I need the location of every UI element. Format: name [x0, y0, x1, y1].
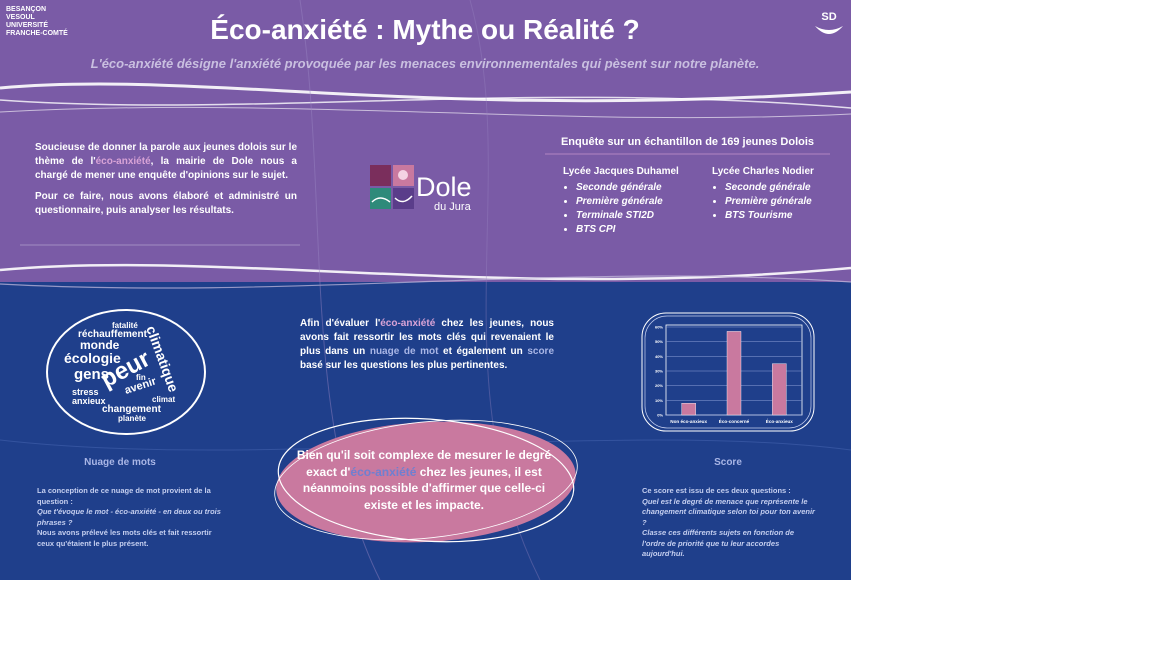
word-climat: climat — [152, 395, 175, 404]
class-item: Seconde générale — [576, 181, 703, 195]
dole-logo-name: Dole — [416, 172, 472, 202]
method-text-part: Afin d'évaluer l' — [300, 318, 381, 329]
chart-x-tick-label: Éco-anxieux — [766, 417, 794, 424]
sd-smile-icon: SD — [815, 11, 843, 34]
method-text: Afin d'évaluer l'éco-anxiété chez les je… — [300, 317, 554, 373]
school-duhamel: Lycée Jacques Duhamel Seconde générale P… — [563, 166, 703, 237]
score-note-intro: Ce score est issu de ces deux questions … — [642, 486, 791, 495]
note-intro: La conception de ce nuage de mot provien… — [37, 486, 211, 506]
survey-title: Enquête sur un échantillon de 169 jeunes… — [560, 136, 815, 148]
word-cloud: fatalité réchauffement monde écologie ge… — [46, 309, 206, 435]
chart-x-tick-label: Non éco-anxieux — [670, 419, 707, 424]
chart-y-tick-label: 40% — [655, 354, 663, 359]
word-anxieux: anxieux — [72, 396, 106, 406]
chart-bar — [726, 331, 742, 416]
wordcloud-note: La conception de ce nuage de mot provien… — [37, 486, 222, 549]
score-caption: Score — [714, 457, 742, 468]
dole-logo-sub: du Jura — [434, 201, 472, 213]
sd-label: SD — [821, 11, 836, 23]
sd-logo: SD — [812, 6, 846, 40]
page-subtitle: L'éco-anxiété désigne l'anxiété provoqué… — [90, 56, 760, 71]
university-line-3: UNIVERSITÉ — [6, 22, 49, 29]
school-name: Lycée Charles Nodier — [712, 166, 814, 177]
class-item: Première générale — [725, 195, 842, 209]
intro-paragraph-2: Pour ce faire, nous avons élaboré et adm… — [35, 191, 297, 216]
class-list: Seconde générale Première générale BTS T… — [712, 181, 842, 223]
score-note: Ce score est issu de ces deux questions … — [642, 486, 817, 560]
wordcloud-caption: Nuage de mots — [84, 457, 156, 468]
school-name: Lycée Jacques Duhamel — [563, 166, 679, 177]
class-item: Seconde générale — [725, 181, 842, 195]
chart-y-tick-label: 20% — [655, 383, 663, 388]
chart-bar — [772, 363, 787, 416]
eco-anxiety-highlight: éco-anxiété — [350, 464, 417, 479]
page-title: Éco-anxiété : Mythe ou Réalité ? — [210, 14, 640, 45]
score-highlight: score — [527, 346, 555, 357]
chart-y-tick-label: 10% — [655, 398, 663, 403]
class-item: Terminale STI2D — [576, 209, 703, 223]
chart-bars — [681, 331, 787, 416]
school-nodier: Lycée Charles Nodier Seconde générale Pr… — [712, 166, 842, 223]
university-line-2: VESOUL — [6, 14, 35, 21]
university-logo: BESANÇON VESOUL UNIVERSITÉ FRANCHE-COMTÉ — [6, 6, 90, 38]
chart-y-tick-label: 50% — [655, 339, 663, 344]
class-list: Seconde générale Première générale Termi… — [563, 181, 703, 237]
score-question-1: Quel est le degré de menace que représen… — [642, 496, 815, 527]
eco-anxiety-highlight: éco-anxiété — [380, 318, 436, 329]
chart-y-tick-label: 0% — [657, 413, 663, 418]
conclusion-text: Bien qu'il soit complexe de mesurer le d… — [292, 447, 556, 513]
eco-anxiety-highlight: éco-anxiété — [95, 156, 151, 167]
score-chart: 0% 10% 20% 30% 40% 50% 60% Non éco-anxieux Éco-c… — [641, 312, 815, 432]
method-text-part: basé sur les questions les plus pertinen… — [300, 360, 508, 371]
method-text-part: et également un — [438, 346, 528, 357]
chart-bar — [681, 403, 696, 416]
wordcloud-highlight: nuage de mot — [369, 346, 439, 357]
class-item: Première générale — [576, 195, 703, 209]
class-item: BTS Tourisme — [725, 209, 842, 223]
intro-paragraph-1: Soucieuse de donner la parole aux jeunes… — [35, 141, 297, 183]
poster: BESANÇON VESOUL UNIVERSITÉ FRANCHE-COMTÉ… — [0, 0, 851, 580]
word-planete: planète — [118, 414, 147, 423]
note-question: Que t'évoque le mot - éco-anxiété - en d… — [37, 507, 221, 527]
class-item: BTS CPI — [576, 223, 703, 237]
chart-x-tick-label: Éco-concerné — [719, 417, 750, 424]
university-line-4: FRANCHE-COMTÉ — [6, 30, 68, 37]
chart-y-tick-label: 60% — [655, 325, 663, 330]
chart-y-tick-label: 30% — [655, 369, 663, 374]
note-end: Nous avons prélevé les mots clés et fait… — [37, 528, 212, 548]
dole-logo: Dole du Jura — [370, 162, 490, 218]
intro-text: Soucieuse de donner la parole aux jeunes… — [35, 141, 297, 225]
score-question-2: Classe ces différents sujets en fonction… — [642, 528, 794, 558]
university-line-1: BESANÇON — [6, 6, 47, 13]
dole-logo-icon: Dole du Jura — [370, 165, 472, 213]
